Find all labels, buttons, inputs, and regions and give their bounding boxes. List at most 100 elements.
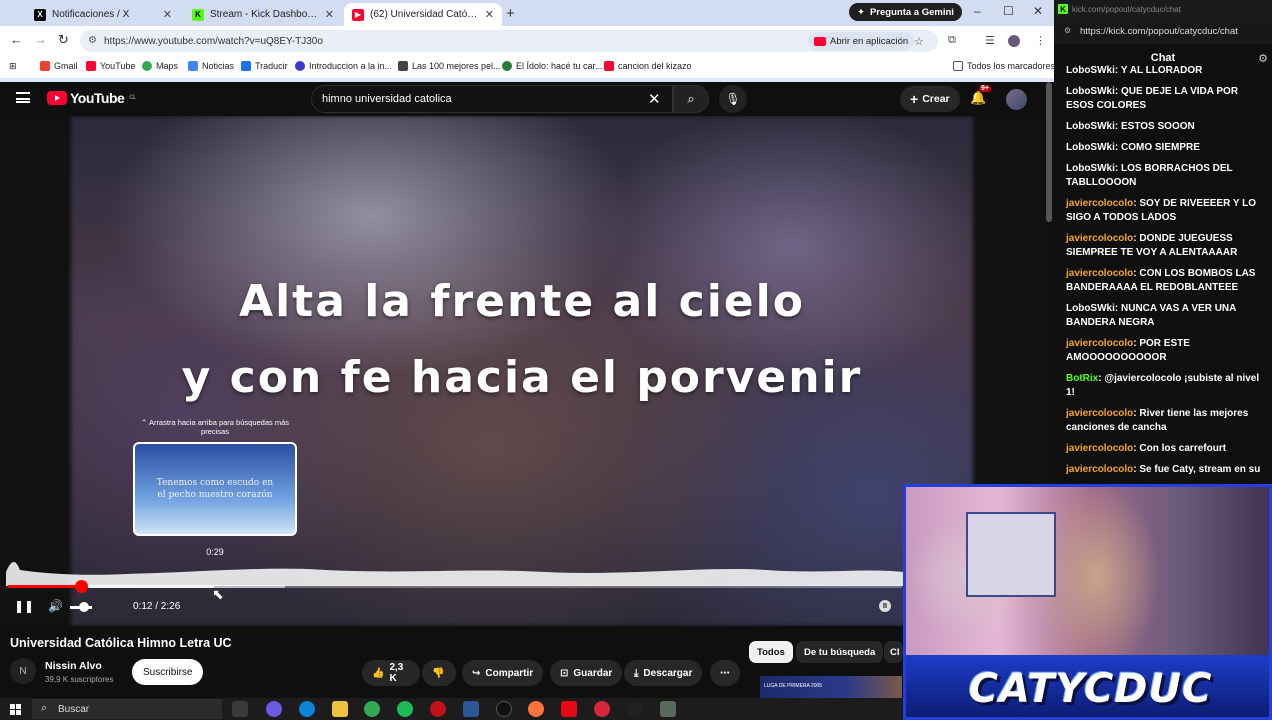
chip-todos[interactable]: Todos [749, 641, 793, 663]
youtube-icon [86, 61, 96, 71]
site-info-icon[interactable]: ⚙ [88, 35, 100, 47]
app-icon[interactable] [430, 701, 446, 717]
chat-username[interactable]: LoboSWki [1066, 163, 1115, 174]
chat-username[interactable]: BotRix [1066, 373, 1098, 384]
chat-username[interactable]: javiercolocolo [1066, 464, 1133, 475]
bookmark-noticias[interactable]: Noticias [188, 61, 234, 71]
all-bookmarks[interactable]: Todos los marcadores [953, 61, 1055, 71]
save-button[interactable]: ⊡ Guardar [550, 660, 623, 686]
video-player[interactable]: Alta la frente al cielo y con fe hacia e… [0, 116, 1054, 626]
bell-icon: 🔔 [970, 90, 987, 105]
bookmark-gmail[interactable]: Gmail [40, 61, 78, 71]
close-icon[interactable]: ✕ [325, 8, 334, 21]
spotify-icon[interactable] [397, 701, 413, 717]
bookmark-introduccion[interactable]: Introduccion a la in... [295, 61, 392, 71]
windows-start-icon[interactable] [10, 704, 21, 715]
youtube-logo[interactable]: YouTube CL [47, 90, 136, 106]
tab-kick-dashboard[interactable]: K Stream - Kick Dashboard ✕ [184, 3, 342, 26]
extensions-icon[interactable]: ⧉ [948, 34, 956, 47]
account-avatar[interactable] [1006, 89, 1027, 110]
close-icon[interactable]: ✕ [163, 8, 172, 21]
new-tab-button[interactable]: + [506, 5, 515, 22]
like-button[interactable]: 👍 2,3 K [362, 660, 420, 686]
chat-username[interactable]: javiercolocolo [1066, 268, 1133, 279]
edge-icon[interactable] [299, 701, 315, 717]
file-explorer-icon[interactable] [332, 701, 348, 717]
address-bar[interactable]: ⚙ https://www.youtube.com/watch?v=uQ8EY-… [80, 30, 938, 52]
create-button[interactable]: + Crear [900, 86, 960, 112]
profile-avatar[interactable] [1008, 35, 1020, 47]
copilot-icon[interactable] [266, 701, 282, 717]
chrome-icon[interactable] [364, 701, 380, 717]
tiktok-icon[interactable] [496, 701, 512, 717]
bookmark-idolo[interactable]: El Ídolo: hacé tu car... [502, 61, 603, 71]
youtube-icon [604, 61, 614, 71]
search-input[interactable]: himno universidad catolica [311, 85, 673, 113]
hamburger-menu-icon[interactable] [16, 92, 30, 103]
back-icon[interactable]: ← [10, 32, 23, 47]
sparkle-icon: ✦ [857, 6, 865, 18]
close-icon[interactable]: ✕ [485, 8, 494, 21]
bookmark-traducir[interactable]: Traducir [241, 61, 288, 71]
share-button[interactable]: ↪ Compartir [462, 660, 544, 686]
subscribe-button[interactable]: Suscribirse [132, 659, 204, 685]
word-icon[interactable] [463, 701, 479, 717]
tab-x-notifications[interactable]: X Notificaciones / X ✕ [26, 3, 180, 26]
more-actions-button[interactable]: ⋯ [710, 660, 740, 686]
menu-icon[interactable]: ⋮ [1035, 34, 1046, 47]
reload-icon[interactable]: ↻ [58, 32, 69, 48]
minimize-icon[interactable]: – [974, 4, 981, 18]
firefox-icon[interactable] [528, 701, 544, 717]
chat-username[interactable]: javiercolocolo [1066, 233, 1133, 244]
app-icon[interactable] [660, 701, 676, 717]
chat-username[interactable]: LoboSWki [1066, 121, 1115, 132]
bookmark-maps[interactable]: Maps [142, 61, 178, 71]
search-button[interactable]: ⌕ [673, 85, 709, 113]
chat-username[interactable]: javiercolocolo [1066, 443, 1133, 454]
mute-button[interactable]: 🔊 [48, 599, 63, 613]
chat-username[interactable]: LoboSWki [1066, 303, 1115, 314]
autoplay-toggle[interactable]: II [879, 600, 891, 612]
progress-bar[interactable] [8, 580, 902, 593]
seek-preview-thumbnail: Tenemos como escudo en el pecho nuestro … [133, 442, 297, 536]
bookmark-100-mejores[interactable]: Las 100 mejores pel... [398, 61, 501, 71]
dislike-button[interactable]: 👎 [422, 660, 456, 686]
chat-username[interactable]: LoboSWki [1066, 86, 1115, 97]
bookmark-cancion[interactable]: cancion del kizazo [604, 61, 692, 71]
streamer-name-banner: CATYCDUC [906, 655, 1269, 717]
volume-knob[interactable] [79, 602, 89, 612]
download-button[interactable]: ⤓ Descargar [624, 660, 703, 686]
chat-username[interactable]: javiercolocolo [1066, 198, 1133, 209]
tab-search-icon[interactable]: ☰ [985, 34, 995, 47]
netflix-icon[interactable] [561, 701, 577, 717]
plus-icon: + [910, 91, 919, 107]
chat-username[interactable]: LoboSWki [1066, 142, 1115, 153]
chat-username[interactable]: javiercolocolo [1066, 408, 1133, 419]
chat-username[interactable]: LoboSWki [1066, 65, 1115, 76]
voice-search-button[interactable]: 🎙 [719, 85, 747, 113]
tab-youtube[interactable]: ▶ (62) Universidad Católica Hi ✕ [344, 3, 502, 26]
notifications-button[interactable]: 🔔 9+ [970, 85, 991, 106]
app-icon[interactable] [627, 701, 643, 717]
close-window-icon[interactable]: ✕ [1033, 4, 1043, 18]
maximize-icon[interactable]: ☐ [1003, 4, 1014, 18]
task-view-icon[interactable] [232, 701, 248, 717]
open-in-app-button[interactable]: Abrir en aplicación [808, 32, 915, 50]
chip-de-tu-busqueda[interactable]: De tu búsqueda [796, 641, 884, 663]
forward-icon[interactable]: → [34, 32, 47, 47]
app-icon[interactable] [594, 701, 610, 717]
star-icon[interactable]: ☆ [914, 35, 924, 48]
channel-name[interactable]: Nissin Alvo [45, 660, 102, 672]
gemini-button[interactable]: ✦ Pregunta a Gemini [849, 3, 962, 21]
thumbs-down-icon: 👎 [432, 667, 445, 679]
chip-more[interactable]: Cl [884, 641, 903, 663]
page-scrollbar[interactable] [1046, 82, 1052, 222]
apps-icon[interactable]: ⊞ [9, 61, 17, 72]
pause-button[interactable]: ❚❚ [14, 599, 34, 613]
taskbar-search[interactable]: ⌕ Buscar [32, 699, 222, 719]
clear-search-icon[interactable]: ✕ [648, 90, 661, 108]
chat-username[interactable]: javiercolocolo [1066, 338, 1133, 349]
bookmark-youtube[interactable]: YouTube [86, 61, 135, 71]
related-video-thumbnail[interactable]: LUGA DE PRIMERA 2005 [760, 676, 902, 700]
channel-avatar[interactable]: N [10, 658, 36, 684]
